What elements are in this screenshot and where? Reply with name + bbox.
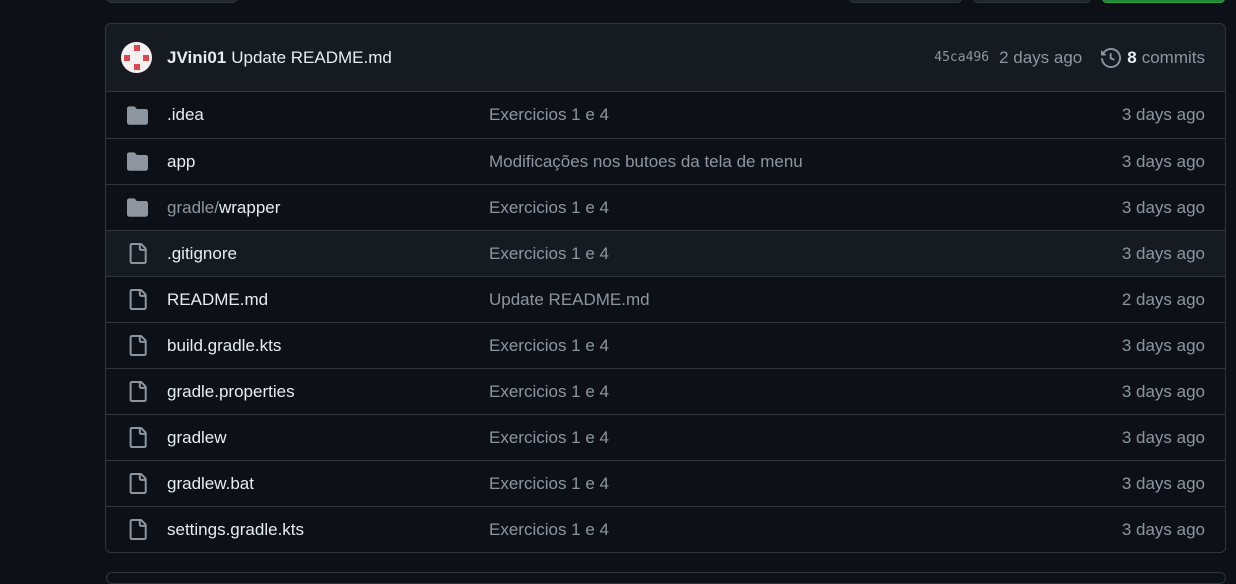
- file-icon: [106, 519, 167, 540]
- file-name-link[interactable]: settings.gradle.kts: [167, 520, 489, 540]
- file-commit-age: 3 days ago: [1121, 197, 1205, 217]
- file-commit-message-link[interactable]: Update README.md: [489, 290, 1122, 310]
- file-name-link[interactable]: gradlew.bat: [167, 474, 489, 494]
- file-icon: [106, 473, 167, 494]
- latest-commit-bar: JVini01 Update README.md 45ca496 2 days …: [106, 24, 1225, 92]
- file-row[interactable]: settings.gradle.kts Exercicios 1 e 43 day…: [106, 506, 1225, 552]
- file-name-link[interactable]: .idea: [167, 105, 489, 125]
- go-to-file-button[interactable]: [849, 0, 962, 3]
- file-name[interactable]: README.md: [167, 290, 268, 309]
- file-commit-age: 3 days ago: [1121, 151, 1205, 171]
- file-row[interactable]: gradlew Exercicios 1 e 43 days ago: [106, 414, 1225, 460]
- file-name[interactable]: wrapper: [219, 198, 280, 217]
- file-icon: [106, 335, 167, 356]
- file-list: .idea Exercicios 1 e 43 days ago app Modifi…: [106, 92, 1225, 552]
- folder-icon: [106, 151, 167, 172]
- file-name[interactable]: .idea: [167, 105, 204, 124]
- file-browser: JVini01 Update README.md 45ca496 2 days …: [105, 23, 1226, 553]
- file-row[interactable]: build.gradle.kts Exercicios 1 e 43 days a…: [106, 322, 1225, 368]
- file-name[interactable]: build.gradle.kts: [167, 336, 281, 355]
- file-row[interactable]: app Modificações nos butoes da tela de me…: [106, 138, 1225, 184]
- add-file-button[interactable]: [973, 0, 1091, 3]
- file-name[interactable]: settings.gradle.kts: [167, 520, 304, 539]
- file-icon: [106, 381, 167, 402]
- file-icon: [106, 289, 167, 310]
- file-icon: [106, 243, 167, 264]
- file-commit-message-link[interactable]: Exercicios 1 e 4: [489, 428, 1122, 448]
- file-row[interactable]: README.md Update README.md 2 days ago: [106, 276, 1225, 322]
- file-commit-message-link[interactable]: Exercicios 1 e 4: [489, 474, 1122, 494]
- commit-sha-link[interactable]: 45ca496: [934, 50, 989, 65]
- file-commit-message-link[interactable]: Exercicios 1 e 4: [489, 336, 1122, 356]
- file-commit-message-link[interactable]: Exercicios 1 e 4: [489, 244, 1122, 264]
- readme-panel: [106, 572, 1226, 584]
- file-row[interactable]: gradle/wrapper Exercicios 1 e 43 days ago: [106, 184, 1225, 230]
- commit-message-link[interactable]: Update README.md: [231, 48, 392, 68]
- folder-icon: [106, 197, 167, 218]
- file-commit-message-link[interactable]: Exercicios 1 e 4: [489, 382, 1122, 402]
- file-row[interactable]: .idea Exercicios 1 e 43 days ago: [106, 92, 1225, 138]
- file-commit-age: 3 days ago: [1121, 243, 1205, 263]
- file-row[interactable]: .gitignore Exercicios 1 e 43 days ago: [106, 230, 1225, 276]
- file-name-link[interactable]: gradle.properties: [167, 382, 489, 402]
- code-button[interactable]: [1102, 0, 1225, 3]
- file-name[interactable]: gradlew.bat: [167, 474, 254, 493]
- file-row[interactable]: gradle.properties Exercicios 1 e 43 days …: [106, 368, 1225, 414]
- file-name[interactable]: gradle.properties: [167, 382, 295, 401]
- file-commit-age: 2 days ago: [1121, 289, 1205, 309]
- file-commit-age: 3 days ago: [1121, 473, 1205, 493]
- commits-label: commits: [1141, 47, 1205, 67]
- file-name-link[interactable]: app: [167, 152, 489, 172]
- file-name-link[interactable]: .gitignore: [167, 244, 489, 264]
- file-icon: [106, 427, 167, 448]
- file-commit-age: 3 days ago: [1121, 335, 1205, 355]
- file-name-link[interactable]: build.gradle.kts: [167, 336, 489, 356]
- file-commit-age: 3 days ago: [1121, 427, 1205, 447]
- file-name-link[interactable]: README.md: [167, 290, 489, 310]
- file-commit-message-link[interactable]: Exercicios 1 e 4: [489, 198, 1122, 218]
- file-name[interactable]: gradlew: [167, 428, 227, 447]
- folder-icon: [106, 105, 167, 126]
- commit-author-link[interactable]: JVini01: [167, 48, 226, 68]
- file-commit-age: 3 days ago: [1121, 105, 1205, 124]
- file-commit-age: 3 days ago: [1121, 381, 1205, 401]
- commit-count: 8: [1127, 47, 1137, 67]
- branch-selector-button[interactable]: [107, 0, 237, 3]
- history-icon: [1101, 47, 1122, 68]
- avatar[interactable]: [121, 42, 152, 73]
- file-name-link[interactable]: gradle/wrapper: [167, 198, 489, 218]
- file-commit-age: 3 days ago: [1121, 519, 1205, 539]
- file-name-link[interactable]: gradlew: [167, 428, 489, 448]
- file-commit-message-link[interactable]: Modificações nos butoes da tela de menu: [489, 152, 1122, 172]
- file-commit-message-link[interactable]: Exercicios 1 e 4: [489, 520, 1122, 540]
- file-commit-message-link[interactable]: Exercicios 1 e 4: [489, 105, 1122, 125]
- commit-history-link[interactable]: 8 commits: [1101, 48, 1205, 68]
- file-name[interactable]: .gitignore: [167, 244, 237, 263]
- directory-prefix[interactable]: gradle/: [167, 198, 219, 217]
- file-row[interactable]: gradlew.bat Exercicios 1 e 43 days ago: [106, 460, 1225, 506]
- commit-time: 2 days ago: [999, 47, 1083, 67]
- file-name[interactable]: app: [167, 152, 195, 171]
